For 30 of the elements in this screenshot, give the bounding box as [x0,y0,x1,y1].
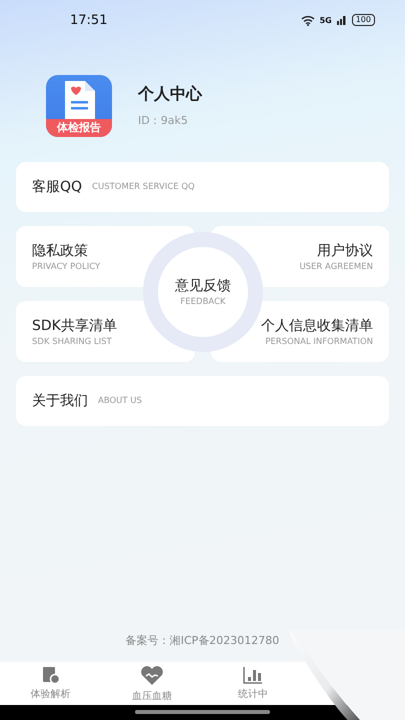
menu-subtitle: SDK SHARING LIST [32,336,113,346]
menu-title: 用户协议 [317,242,373,260]
menu-title: 隐私政策 [32,242,89,260]
network-label: 5G [320,16,332,24]
menu-card[interactable]: 客服QQ CUSTOMER SERVICE QQ [16,162,389,212]
app-icon: 体检报告 [46,75,112,137]
tab[interactable]: 血压血糖 [101,662,202,705]
user-id: ID：9ak5 [138,113,189,128]
menu-title: SDK共享清单 [32,316,118,334]
report-icon [42,666,60,684]
wifi-icon [300,14,315,26]
signal-icon [336,15,347,25]
menu-title: 个人信息收集清单 [261,316,373,334]
icp-number: 备案号：湘ICP备2023012780 [124,633,280,648]
clock: 17:51 [70,12,108,28]
heart-icon [140,666,164,686]
menu-subtitle: ABOUT US [98,396,142,406]
tab[interactable]: 体验解析 [0,662,102,705]
profile-title: 个人中心 [138,84,202,105]
menu-card[interactable]: 关于我们 ABOUT US [16,376,389,426]
menu-title: 关于我们 [32,392,88,410]
menu-subtitle: PRIVACY POLICY [32,262,102,272]
bar-chart-icon [243,666,264,684]
menu-subtitle: CUSTOMER SERVICE QQ [92,182,195,192]
menu-subtitle: USER AGREEMEN [299,262,373,272]
menu-title: 客服QQ [32,178,82,196]
home-indicator[interactable] [135,710,270,714]
menu-subtitle: PERSONAL INFORMATION [265,336,373,346]
battery-level: 100 [352,14,375,26]
tab[interactable]: 统计中 [202,662,304,705]
